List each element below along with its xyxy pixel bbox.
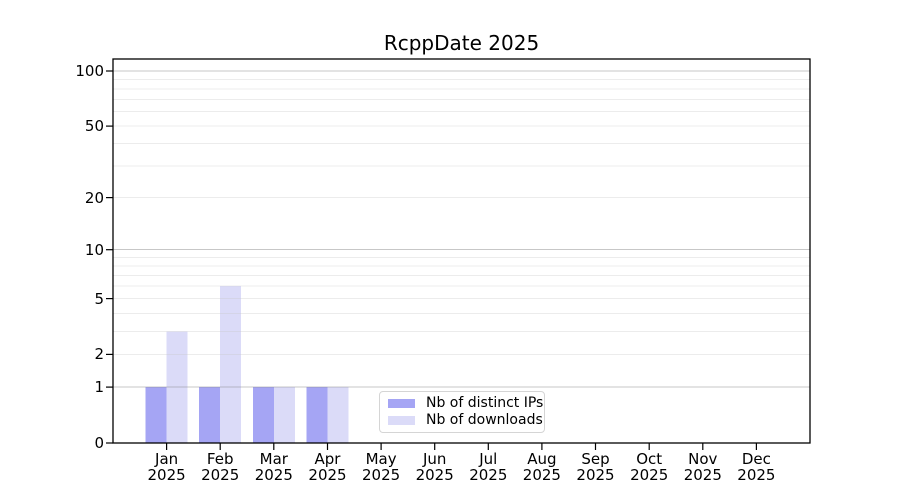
legend-swatch-distinct-ips-icon [388, 399, 415, 408]
x-tick-label: May 2025 [362, 450, 401, 484]
y-tick-label: 50 [84, 117, 104, 136]
legend-label-distinct-ips: Nb of distinct IPs [426, 395, 544, 411]
x-tick-label: Mar 2025 [254, 450, 293, 484]
y-tick-label: 0 [94, 434, 104, 452]
legend: Nb of distinct IPs Nb of downloads [379, 391, 545, 433]
y-tick-label: 5 [94, 289, 104, 308]
legend-swatch-downloads-icon [388, 416, 415, 425]
legend-item-distinct-ips: Nb of distinct IPs [388, 395, 543, 412]
x-tick-label: Dec 2025 [737, 450, 776, 484]
bar-distinct-ips [145, 387, 167, 443]
bar-distinct-ips [199, 387, 221, 443]
bar-downloads [220, 286, 242, 443]
figure: RcppDate 2025 0 1 2 5 10 20 50 100 Jan 2025 Feb 20… [0, 0, 900, 500]
y-tick-label: 10 [84, 240, 104, 259]
bar-downloads [327, 387, 349, 443]
bar-distinct-ips [252, 387, 274, 443]
legend-item-downloads: Nb of downloads [388, 412, 543, 429]
x-tick-label: Jan 2025 [147, 450, 186, 484]
bar-distinct-ips [306, 387, 328, 443]
legend-label-downloads: Nb of downloads [426, 412, 543, 428]
plot-border [112, 58, 811, 444]
x-tick-label: Sep 2025 [576, 450, 615, 484]
y-tick-label: 1 [94, 378, 104, 397]
x-tick-label: Jul 2025 [469, 450, 508, 484]
bar-downloads [273, 387, 295, 443]
x-tick-label: Nov 2025 [683, 450, 722, 484]
x-tick-label: Oct 2025 [630, 450, 669, 484]
y-tick-label: 2 [94, 345, 104, 364]
y-tick-label: 20 [84, 188, 104, 207]
x-tick-label: Jun 2025 [415, 450, 454, 484]
x-tick-label: Apr 2025 [308, 450, 347, 484]
y-tick-label: 100 [75, 62, 104, 80]
x-tick-label: Aug 2025 [522, 450, 561, 484]
x-tick-label: Feb 2025 [201, 450, 240, 484]
